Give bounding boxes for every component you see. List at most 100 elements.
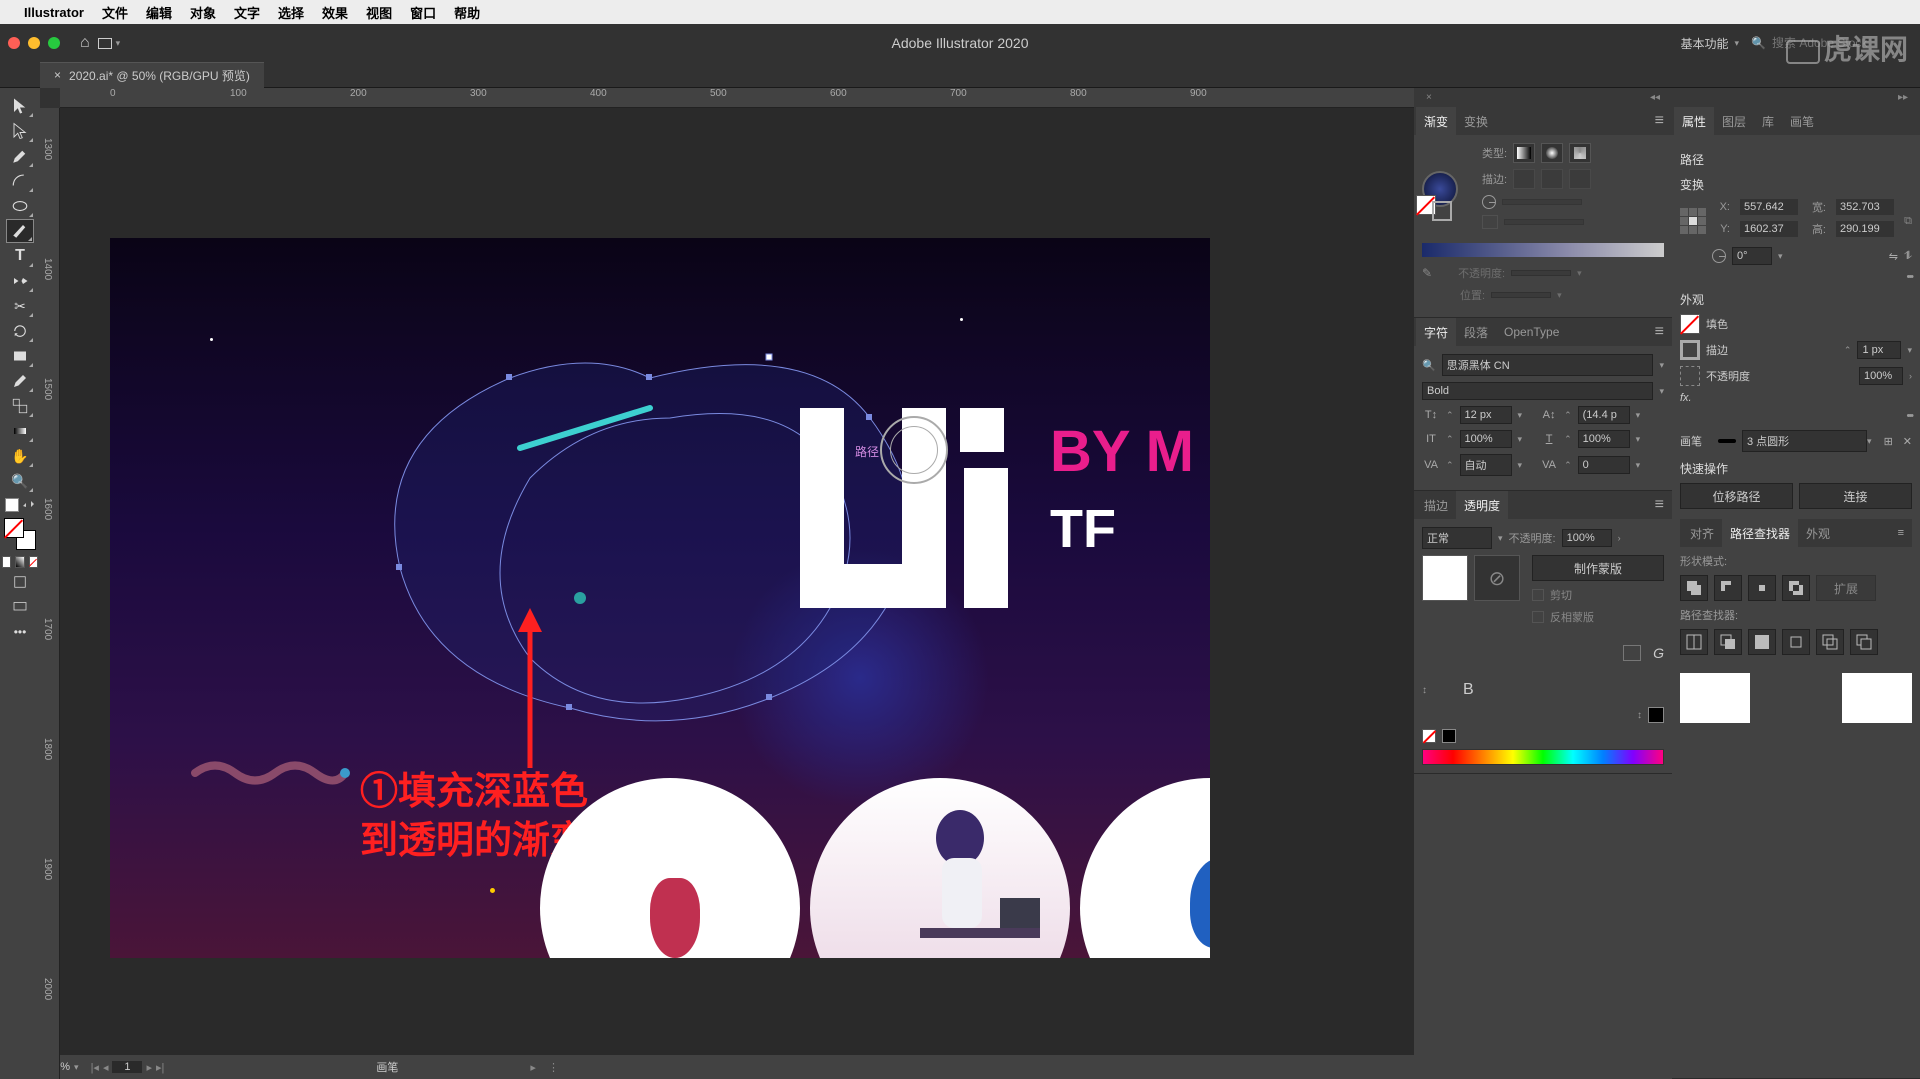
edit-toolbar-icon[interactable]: ••• xyxy=(6,620,34,644)
dropdown-icon[interactable]: › xyxy=(1618,533,1621,543)
intersect-button[interactable] xyxy=(1748,575,1776,601)
y-input[interactable] xyxy=(1740,221,1798,237)
blend-mode-input[interactable]: 正常 xyxy=(1422,527,1492,549)
mask-thumbnail[interactable]: ⊘ xyxy=(1474,555,1520,601)
rotate-tool[interactable] xyxy=(6,319,34,343)
trim-button[interactable] xyxy=(1714,629,1742,655)
menu-type[interactable]: 文字 xyxy=(234,3,260,22)
divide-button[interactable] xyxy=(1680,629,1708,655)
dropdown-icon[interactable]: ▾ xyxy=(1636,434,1641,445)
app-name[interactable]: Illustrator xyxy=(24,5,84,20)
make-mask-button[interactable]: 制作蒙版 xyxy=(1532,555,1664,581)
dropdown-icon[interactable]: ▾ xyxy=(1636,460,1641,471)
misc-g-icon[interactable]: G xyxy=(1653,645,1664,661)
direct-selection-tool[interactable] xyxy=(6,119,34,143)
dropdown-icon[interactable]: ▾ xyxy=(1636,410,1641,421)
scale-tool[interactable] xyxy=(6,394,34,418)
panel-collapse-icon[interactable]: ▸▸ xyxy=(1892,90,1914,105)
type-tool[interactable]: T xyxy=(6,244,34,268)
dropdown-icon[interactable]: ▾ xyxy=(1498,533,1503,544)
panel-tab-properties[interactable]: 属性 xyxy=(1674,107,1714,135)
dropdown-icon[interactable]: ▾ xyxy=(1907,345,1912,356)
panel-menu-icon[interactable]: ≡ xyxy=(1655,323,1664,341)
brush-options-icon[interactable]: ⊞ xyxy=(1884,435,1893,448)
panel-tab-transform[interactable]: 变换 xyxy=(1456,107,1496,135)
last-artboard-button[interactable]: ▸| xyxy=(156,1061,164,1074)
panel-tab-opentype[interactable]: OpenType xyxy=(1496,318,1567,346)
swap-fill-stroke-icon[interactable] xyxy=(21,498,35,512)
color-mode-icon[interactable] xyxy=(2,556,11,568)
none-mode-icon[interactable] xyxy=(29,556,38,568)
minimize-window-button[interactable] xyxy=(28,37,40,49)
join-button[interactable]: 连接 xyxy=(1799,483,1912,509)
brush-remove-icon[interactable]: ✕ xyxy=(1903,435,1912,448)
radial-gradient-button[interactable] xyxy=(1541,143,1563,163)
opacity-input[interactable]: 100% xyxy=(1859,367,1903,385)
artboard-number-input[interactable] xyxy=(112,1061,142,1073)
minus-back-button[interactable] xyxy=(1850,629,1878,655)
freeform-gradient-button[interactable] xyxy=(1569,143,1591,163)
horizontal-ruler[interactable]: 0 100 200 300 400 500 600 700 800 900 xyxy=(60,88,1414,108)
misc-icon[interactable] xyxy=(1623,645,1641,661)
flip-h-icon[interactable]: ⇋ xyxy=(1889,250,1898,263)
outline-button[interactable] xyxy=(1816,629,1844,655)
artboard[interactable]: 路径 BY M TF xyxy=(110,238,1210,958)
dropdown-icon[interactable]: ▾ xyxy=(1659,360,1664,371)
menu-effect[interactable]: 效果 xyxy=(322,3,348,22)
font-weight-input[interactable]: Bold xyxy=(1422,382,1653,400)
flip-v-icon[interactable]: ⥮ xyxy=(1904,250,1912,263)
kerning-input[interactable]: 自动 xyxy=(1460,454,1512,476)
merge-button[interactable] xyxy=(1748,629,1776,655)
document-tab[interactable]: × 2020.ai* @ 50% (RGB/GPU 预览) xyxy=(40,62,264,88)
menu-file[interactable]: 文件 xyxy=(102,3,128,22)
panel-collapse-icon[interactable]: ◂◂ xyxy=(1644,90,1666,105)
more-options-icon[interactable]: ••• xyxy=(1906,271,1912,283)
close-tab-icon[interactable]: × xyxy=(54,68,61,82)
ellipse-tool[interactable] xyxy=(6,194,34,218)
panel-menu-icon[interactable]: ≡ xyxy=(1898,527,1904,539)
panel-tab-transparency[interactable]: 透明度 xyxy=(1456,491,1508,519)
menu-window[interactable]: 窗口 xyxy=(410,3,436,22)
gradient-stroke-swatch[interactable] xyxy=(1432,201,1452,221)
x-input[interactable] xyxy=(1740,199,1798,215)
curvature-tool[interactable] xyxy=(6,169,34,193)
dropdown-icon[interactable]: ▾ xyxy=(1518,410,1523,421)
eyedropper-tool[interactable] xyxy=(6,369,34,393)
opacity-input[interactable]: 100% xyxy=(1562,529,1612,547)
panel-close-icon[interactable]: × xyxy=(1420,90,1438,105)
panel-tab-gradient[interactable]: 渐变 xyxy=(1416,107,1456,135)
spectrum-strip[interactable] xyxy=(1422,749,1664,765)
dropdown-icon[interactable]: ▾ xyxy=(1778,251,1783,262)
panel-tab-layers[interactable]: 图层 xyxy=(1714,107,1754,135)
panel-menu-icon[interactable]: ≡ xyxy=(1655,496,1664,514)
fill-swatch[interactable] xyxy=(4,518,24,538)
dropdown-icon[interactable]: ▾ xyxy=(1659,386,1664,397)
status-play-icon[interactable]: ▸ xyxy=(530,1061,536,1074)
menu-help[interactable]: 帮助 xyxy=(454,3,480,22)
unite-button[interactable] xyxy=(1680,575,1708,601)
panel-tab-character[interactable]: 字符 xyxy=(1416,318,1456,346)
hand-tool[interactable]: ✋ xyxy=(6,444,34,468)
leading-input[interactable]: (14.4 p xyxy=(1578,406,1630,424)
selection-tool[interactable] xyxy=(6,94,34,118)
next-artboard-button[interactable]: ▸ xyxy=(146,1061,152,1074)
scissors-tool[interactable]: ✂ xyxy=(6,294,34,318)
dropdown-icon[interactable]: ▾ xyxy=(1867,436,1872,447)
search-icon[interactable]: 🔍 xyxy=(1422,359,1436,372)
reference-point-selector[interactable] xyxy=(1680,208,1706,234)
vertical-scale-input[interactable]: 100% xyxy=(1460,430,1512,448)
workspace-selector[interactable]: 基本功能▾ xyxy=(1681,35,1740,52)
home-icon[interactable]: ⌂ xyxy=(80,34,90,52)
panel-tab-pathfinder[interactable]: 路径查找器 xyxy=(1722,519,1798,547)
font-size-input[interactable]: 12 px xyxy=(1460,406,1512,424)
panel-tab-brushes[interactable]: 画笔 xyxy=(1782,107,1822,135)
menu-edit[interactable]: 编辑 xyxy=(146,3,172,22)
stroke-weight-input[interactable]: 1 px xyxy=(1857,341,1901,359)
horizontal-scale-input[interactable]: 100% xyxy=(1578,430,1630,448)
minus-front-button[interactable] xyxy=(1714,575,1742,601)
expand-button[interactable]: 扩展 xyxy=(1816,575,1876,601)
arrange-documents-button[interactable]: ▾ xyxy=(98,38,121,49)
fx-label[interactable]: fx. xyxy=(1680,392,1692,404)
panel-tab-appearance[interactable]: 外观 xyxy=(1798,519,1838,547)
pen-tool[interactable] xyxy=(6,144,34,168)
